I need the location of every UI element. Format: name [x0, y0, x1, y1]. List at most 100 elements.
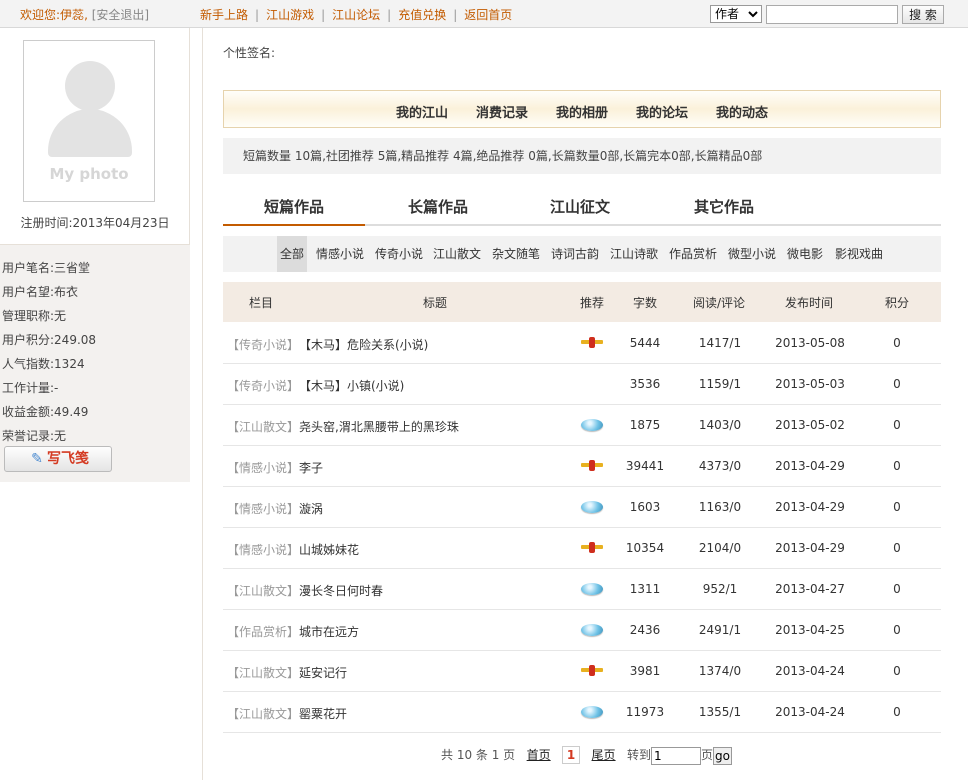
category-film-drama[interactable]: 影视戏曲 — [832, 236, 886, 272]
nav-my-jiangshan[interactable]: 我的江山 — [396, 102, 448, 121]
category-prose[interactable]: 江山散文 — [430, 236, 484, 272]
row-category-link[interactable]: 【传奇小说】 — [227, 377, 299, 394]
category-micro-film[interactable]: 微电影 — [784, 236, 826, 272]
info-label: 用户积分: — [2, 333, 55, 347]
info-label: 荣誉记录: — [2, 429, 55, 443]
separator: | — [321, 8, 326, 22]
info-row-penname: 用户笔名:三省堂 — [2, 259, 90, 279]
row-category-link[interactable]: 【作品赏析】 — [227, 623, 299, 640]
row-points: 0 — [893, 541, 901, 555]
row-title-link[interactable]: 延安记行 — [299, 664, 347, 681]
category-all[interactable]: 全部 — [277, 236, 308, 272]
info-label: 用户笔名: — [2, 261, 55, 275]
gem-icon — [581, 419, 603, 431]
welcome-prefix: 欢迎您: — [20, 8, 61, 22]
logout-link[interactable]: [安全退出] — [92, 8, 149, 22]
row-title-link[interactable]: 尧头窑,渭北黑腰带上的黑珍珠 — [299, 418, 459, 435]
info-value: 无 — [54, 309, 67, 323]
search-input[interactable] — [766, 5, 898, 24]
header-recommend: 推荐 — [580, 296, 605, 310]
pager-go-button[interactable]: go — [713, 746, 733, 765]
category-poetry[interactable]: 江山诗歌 — [607, 236, 661, 272]
search-type-select[interactable]: 作者 — [710, 5, 762, 23]
info-value: - — [54, 381, 59, 395]
info-value: 三省堂 — [54, 261, 91, 275]
row-words: 11973 — [625, 705, 665, 719]
row-points: 0 — [893, 705, 901, 719]
row-title-link[interactable]: 【木马】危险关系(小说) — [299, 336, 428, 353]
row-date: 2013-05-02 — [775, 418, 845, 432]
row-category-link[interactable]: 【情感小说】 — [227, 459, 299, 476]
tab-other-works[interactable]: 其它作品 — [653, 196, 795, 217]
row-reads: 1163/0 — [698, 500, 742, 514]
search-button[interactable]: 搜 索 — [902, 5, 944, 24]
tab-contest-works[interactable]: 江山征文 — [509, 196, 651, 217]
info-row-reputation: 用户名望:布衣 — [2, 283, 78, 303]
table-row: 【情感小说】 山城姊妹花 10354 2104/0 2013-04-29 0 — [223, 528, 941, 569]
row-category-link[interactable]: 【情感小说】 — [227, 500, 299, 517]
row-title-link[interactable]: 城市在远方 — [299, 623, 359, 640]
row-category-link[interactable]: 【江山散文】 — [227, 418, 299, 435]
nav-spending-records[interactable]: 消费记录 — [476, 102, 528, 121]
info-value: 1324 — [54, 357, 85, 371]
category-micro-novel[interactable]: 微型小说 — [725, 236, 779, 272]
category-emotion-novel[interactable]: 情感小说 — [313, 236, 367, 272]
nav-link-home[interactable]: 返回首页 — [464, 8, 512, 22]
row-title-link[interactable]: 漫长冬日何时春 — [299, 582, 383, 599]
ribbon-icon — [581, 542, 603, 553]
pager-goto-input[interactable] — [651, 746, 702, 765]
row-title-link[interactable]: 罂粟花开 — [299, 705, 347, 722]
info-row-popularity: 人气指数:1324 — [2, 355, 85, 375]
row-reads: 2104/0 — [698, 541, 742, 555]
separator: | — [453, 8, 458, 22]
write-note-button[interactable]: ✎ 写飞笺 — [4, 446, 112, 472]
row-words: 1603 — [629, 500, 661, 514]
nav-link-forum[interactable]: 江山论坛 — [332, 8, 380, 22]
row-category-link[interactable]: 【江山散文】 — [227, 664, 299, 681]
category-classical-poetry[interactable]: 诗词古韵 — [548, 236, 602, 272]
nav-link-recharge[interactable]: 充值兑换 — [398, 8, 446, 22]
category-legend-novel[interactable]: 传奇小说 — [372, 236, 426, 272]
nav-link-beginner[interactable]: 新手上路 — [200, 8, 248, 22]
nav-link-games[interactable]: 江山游戏 — [266, 8, 314, 22]
pager-current-page[interactable]: 1 — [562, 746, 581, 764]
row-category-link[interactable]: 【江山散文】 — [227, 582, 299, 599]
username-link[interactable]: 伊蕊 — [60, 8, 84, 22]
row-category-link[interactable]: 【传奇小说】 — [227, 336, 299, 353]
row-title-link[interactable]: 漩涡 — [299, 500, 323, 517]
nav-my-activity[interactable]: 我的动态 — [716, 102, 768, 121]
row-title-link[interactable]: 李子 — [299, 459, 323, 476]
tab-long-works[interactable]: 长篇作品 — [367, 196, 509, 217]
table-row: 【江山散文】 延安记行 3981 1374/0 2013-04-24 0 — [223, 651, 941, 692]
tab-short-works[interactable]: 短篇作品 — [223, 196, 365, 226]
nav-my-album[interactable]: 我的相册 — [556, 102, 608, 121]
info-row-workload: 工作计量:- — [2, 379, 58, 399]
pager-first-link[interactable]: 首页 — [527, 748, 551, 762]
row-points: 0 — [893, 459, 901, 473]
row-title-link[interactable]: 【木马】小镇(小说) — [299, 377, 404, 394]
top-bar: 欢迎您:伊蕊, [安全退出] 新手上路 | 江山游戏 | 江山论坛 | 充值兑换 | 返回首页 … — [0, 0, 968, 28]
row-points: 0 — [893, 623, 901, 637]
table-row: 【传奇小说】 【木马】小镇(小说) 3536 1159/1 2013-05-03 0 — [223, 364, 941, 405]
category-appreciation[interactable]: 作品赏析 — [666, 236, 720, 272]
header-word-count: 字数 — [633, 296, 658, 310]
user-photo[interactable]: My photo — [23, 40, 155, 202]
info-value: 无 — [54, 429, 67, 443]
pager-last-link[interactable]: 尾页 — [592, 748, 616, 762]
row-reads: 1417/1 — [698, 336, 742, 350]
row-words: 5444 — [629, 336, 661, 350]
row-category-link[interactable]: 【情感小说】 — [227, 541, 299, 558]
table-row: 【情感小说】 漩涡 1603 1163/0 2013-04-29 0 — [223, 487, 941, 528]
row-category-link[interactable]: 【江山散文】 — [227, 705, 299, 722]
pager-summary: 共 10 条 1 页 — [441, 748, 516, 762]
nav-my-forum[interactable]: 我的论坛 — [636, 102, 688, 121]
row-words: 3536 — [629, 377, 661, 391]
profile-nav: 我的江山 消费记录 我的相册 我的论坛 我的动态 — [223, 90, 941, 128]
category-essay[interactable]: 杂文随笔 — [489, 236, 543, 272]
info-label: 用户名望: — [2, 285, 55, 299]
gem-icon — [581, 624, 603, 636]
row-title-link[interactable]: 山城姊妹花 — [299, 541, 359, 558]
gem-icon — [581, 583, 603, 595]
row-reads: 2491/1 — [698, 623, 742, 637]
row-date: 2013-04-24 — [775, 705, 845, 719]
